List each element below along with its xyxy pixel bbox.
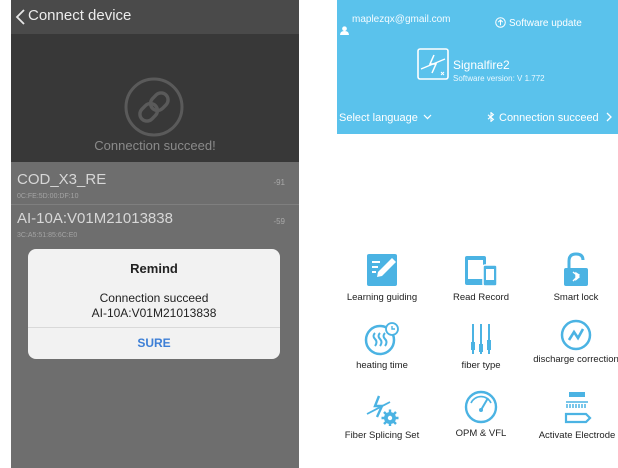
smart-lock-icon [564, 252, 588, 286]
select-language-label: Select language [339, 112, 418, 124]
fiber-splicing-set-icon [366, 395, 399, 426]
bluetooth-icon [487, 111, 495, 123]
header-title: Connect device [28, 7, 132, 24]
opm-vfl-icon [464, 390, 498, 424]
user-icon [340, 26, 349, 35]
menu-learning-guiding[interactable]: Learning guiding [337, 252, 429, 312]
menu-fiber-type[interactable]: fiber type [434, 322, 528, 382]
device-list-item[interactable]: AI-10A:V01M21013838 3C:A5:51:85:6C:E0 -5… [11, 203, 299, 243]
menu-label: Activate Electrode [538, 430, 616, 441]
link-icon [124, 77, 184, 137]
menu-activate-electrode[interactable]: Activate Electrode [533, 390, 618, 450]
header-bar: Connect device [11, 0, 299, 34]
device-mac: 3C:A5:51:85:6C:E0 [17, 232, 78, 239]
menu-opm-vfl[interactable]: OPM & VFL [434, 388, 528, 448]
device-name: Signalfire2 [453, 58, 510, 72]
screenshot-stage: Connect device Connection succeed! COD_X… [0, 0, 618, 468]
menu-label: heating time [356, 360, 408, 371]
software-update-label: Software update [509, 18, 582, 29]
menu-label: Learning guiding [346, 292, 418, 303]
menu-label: OPM & VFL [455, 428, 507, 439]
heating-time-icon [364, 322, 399, 356]
account-email[interactable]: maplezqx@gmail.com [352, 15, 472, 25]
back-arrow-icon[interactable] [14, 9, 26, 25]
device-mac: 0C:FE:5D:00:DF:10 [17, 193, 79, 200]
device-rssi: -91 [273, 178, 285, 187]
dialog-title: Remind [130, 261, 178, 276]
activate-electrode-icon [564, 392, 592, 424]
top-banner: maplezqx@gmail.com Software update Signa… [337, 0, 618, 134]
menu-discharge-correction[interactable]: discharge correction [529, 318, 618, 382]
device-rssi: -59 [273, 217, 285, 226]
select-language-dropdown[interactable]: Select language [339, 112, 432, 124]
remind-dialog: Remind Connection succeed AI-10A:V01M210… [28, 249, 280, 359]
menu-label: Read Record [453, 292, 509, 303]
learning-guide-icon [367, 254, 397, 286]
chevron-right-icon [606, 112, 612, 122]
chevron-down-icon [423, 114, 432, 120]
dialog-message-line2: AI-10A:V01M21013838 [91, 306, 217, 320]
device-name: AI-10A:V01M21013838 [17, 210, 173, 227]
connection-status-link[interactable]: Connection succeed [487, 111, 612, 124]
device-list-item[interactable]: COD_X3_RE 0C:FE:5D:00:DF:10 -91 [11, 164, 299, 204]
connection-status-label: Connection succeed [499, 112, 599, 124]
software-version: Software version: V 1.772 [453, 74, 545, 83]
menu-label: Smart lock [553, 292, 599, 303]
connection-message: Connection succeed! [94, 138, 216, 153]
sure-button[interactable]: SURE [28, 327, 280, 359]
menu-heating-time[interactable]: heating time [337, 322, 429, 382]
discharge-correction-icon [560, 319, 592, 351]
upload-arrow-icon [495, 17, 506, 28]
dialog-message-line1: Connection succeed [99, 291, 209, 305]
home-screen: maplezqx@gmail.com Software update Signa… [337, 0, 618, 468]
menu-label: discharge correction [533, 354, 618, 365]
dialog-message: Connection succeed AI-10A:V01M21013838 [28, 291, 280, 321]
menu-label: fiber type [461, 360, 501, 371]
device-name: COD_X3_RE [17, 171, 107, 188]
menu-fiber-splicing-set[interactable]: Fiber Splicing Set [337, 392, 429, 452]
software-update-button[interactable]: Software update [495, 17, 618, 29]
connect-device-screen: Connect device Connection succeed! COD_X… [11, 0, 299, 468]
menu-smart-lock[interactable]: Smart lock [529, 252, 618, 312]
splicer-device-icon [417, 48, 449, 80]
fiber-type-icon [471, 324, 491, 354]
connection-banner: Connection succeed! [11, 34, 299, 162]
read-record-icon [465, 256, 498, 287]
menu-label: Fiber Splicing Set [344, 430, 420, 441]
menu-read-record[interactable]: Read Record [434, 252, 528, 312]
